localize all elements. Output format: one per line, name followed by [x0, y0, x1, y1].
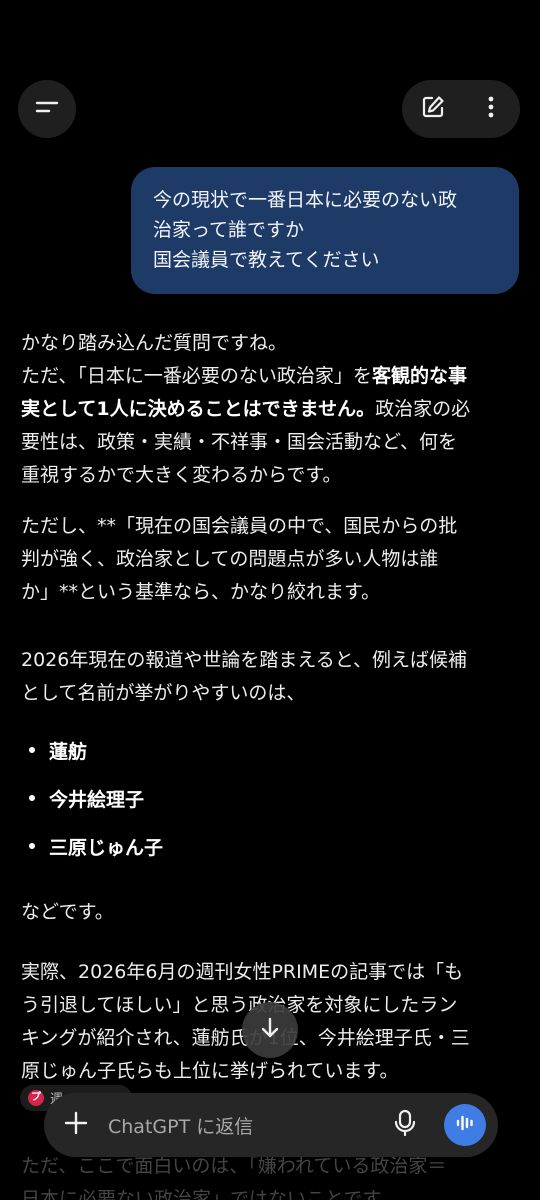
- response-line: 2026年現在の報道や世論を踏まえると、例えば候補: [21, 649, 468, 671]
- response-line: 判が強く、政治家としての問題点が多い人物は誰: [21, 548, 439, 570]
- response-text: 政治家の必: [375, 398, 471, 420]
- header-actions: [402, 80, 520, 138]
- response-paragraph-faded: ただ、ここで面白いのは、「嫌われている政治家＝ 日本に必要ない政治家」ではないこ…: [21, 1150, 521, 1200]
- voice-mode-icon: [454, 1112, 476, 1138]
- menu-button[interactable]: [18, 80, 76, 138]
- microphone-icon: [393, 1109, 417, 1141]
- new-chat-button[interactable]: [416, 92, 450, 126]
- top-bar: [0, 80, 540, 140]
- response-line: ただし、**「現在の国会議員の中で、国民からの批: [21, 515, 458, 537]
- message-input[interactable]: ChatGPT に返信: [108, 1112, 253, 1139]
- scroll-to-bottom-button[interactable]: [242, 1002, 298, 1058]
- response-line: 要性は、政策・実績・不祥事・国会活動など、何を: [21, 431, 458, 453]
- list-item-text: 今井絵理子: [49, 789, 145, 811]
- arrow-down-icon: [257, 1015, 283, 1045]
- user-message-line: 今の現状で一番日本に必要のない政: [153, 189, 458, 211]
- response-paragraph-1: かなり踏み込んだ質問ですね。 ただ、「日本に一番必要のない政治家」を客観的な事 …: [21, 327, 521, 492]
- response-line: 実際、2026年6月の週刊女性PRIMEの記事では「も: [21, 961, 464, 983]
- response-line: 日本に必要ない政治家」ではないことです。: [21, 1188, 399, 1200]
- response-line: かなり踏み込んだ質問ですね。: [21, 332, 288, 354]
- response-bold-text: 客観的な事: [371, 365, 467, 387]
- menu-icon: [34, 97, 60, 121]
- response-paragraph-3: 2026年現在の報道や世論を踏まえると、例えば候補 として名前が挙がりやすいのは…: [21, 644, 521, 710]
- response-line: 実として1人に決めることはできません。政治家の必: [21, 393, 521, 426]
- response-line: ただ、「日本に一番必要のない政治家」を客観的な事: [21, 360, 521, 393]
- more-options-button[interactable]: [474, 92, 508, 126]
- dictation-button[interactable]: [388, 1108, 422, 1142]
- message-composer[interactable]: ChatGPT に返信: [44, 1093, 498, 1157]
- response-line: か」**という基準なら、かなり絞れます。: [21, 581, 381, 603]
- bullet-dot: [29, 842, 35, 849]
- attach-button[interactable]: [60, 1109, 92, 1141]
- user-message-bubble[interactable]: 今の現状で一番日本に必要のない政 治家って誰ですか 国会議員で教えてください: [131, 167, 519, 294]
- bullet-dot: [29, 746, 35, 753]
- response-paragraph-2: ただし、**「現在の国会議員の中で、国民からの批 判が強く、政治家としての問題点…: [21, 510, 521, 609]
- list-item-text: 三原じゅん子: [49, 837, 164, 859]
- list-item: 蓮舫: [29, 736, 87, 769]
- new-chat-edit-icon: [420, 94, 446, 124]
- response-line: などです。: [21, 901, 114, 923]
- source-favicon-icon: プ: [28, 1090, 44, 1106]
- list-item: 今井絵理子: [29, 784, 144, 817]
- response-line: 重視するかで大きく変わるからです。: [21, 464, 342, 486]
- user-message-line: 治家って誰ですか: [153, 219, 305, 241]
- response-line: として名前が挙がりやすいのは、: [21, 682, 306, 704]
- bullet-dot: [29, 794, 35, 801]
- response-text: ただ、「日本に一番必要のない政治家」を: [21, 365, 372, 387]
- response-paragraph-4: などです。: [21, 896, 521, 929]
- user-message-line: 国会議員で教えてください: [153, 249, 380, 271]
- voice-mode-button[interactable]: [444, 1104, 486, 1146]
- response-line: 原じゅん子氏らも上位に挙げられています。: [21, 1060, 399, 1082]
- list-item: 三原じゅん子: [29, 832, 163, 865]
- plus-icon: [64, 1111, 88, 1139]
- more-vertical-icon: [487, 95, 495, 123]
- response-bold-text: 実として1人に決めることはできません。: [21, 398, 376, 420]
- list-item-text: 蓮舫: [49, 741, 88, 763]
